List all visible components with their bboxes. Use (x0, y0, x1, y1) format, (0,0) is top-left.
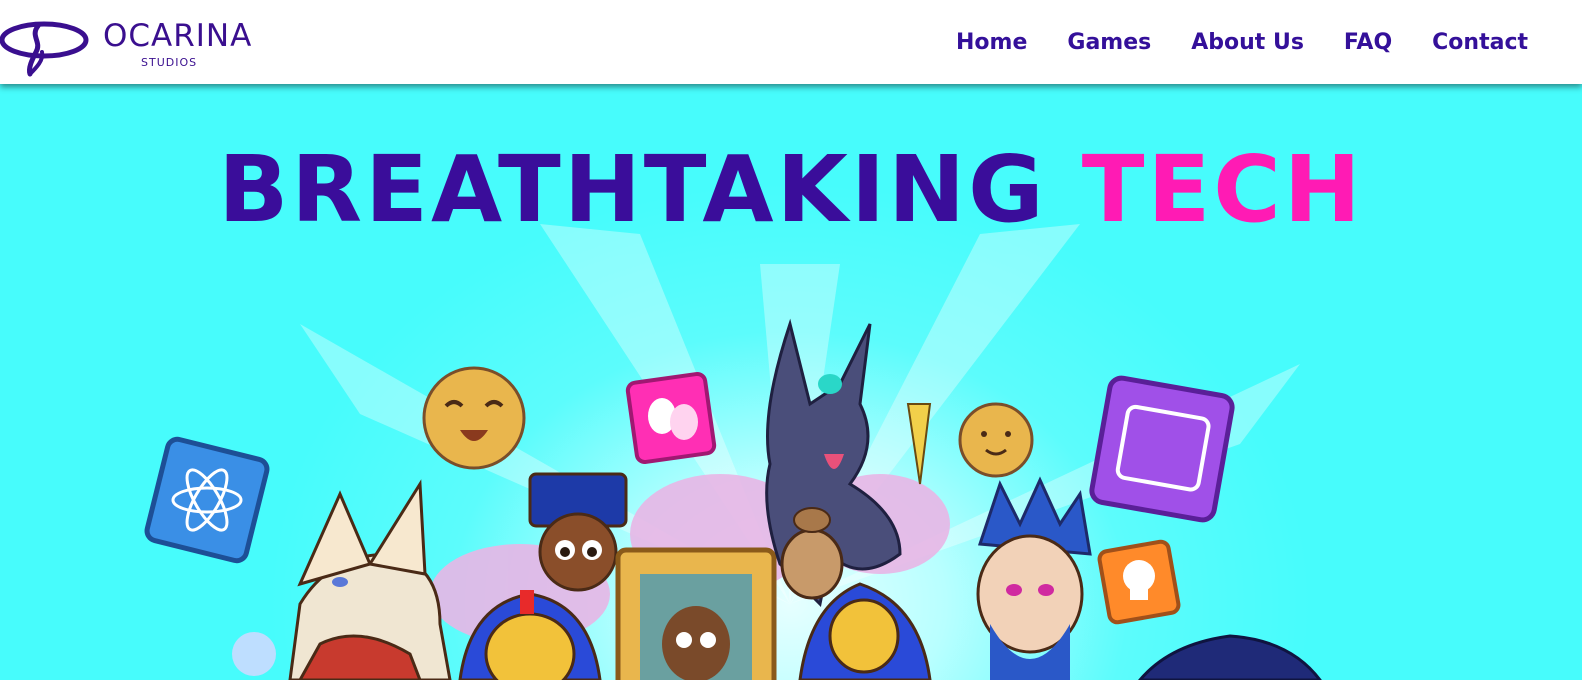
hero-section: BREATHTAKING TECH (0, 84, 1582, 680)
framed-portrait-character (615, 547, 777, 680)
nav-home[interactable]: Home (956, 30, 1027, 55)
nav-games[interactable]: Games (1067, 30, 1151, 55)
logo-wordmark: OCARINA (103, 18, 253, 54)
retro-tv-card-icon (1089, 375, 1235, 523)
atom-card-icon (144, 436, 270, 564)
ocarina-logo[interactable]: OCARINA STUDIOS (0, 10, 251, 80)
logo-subtitle: STUDIOS (141, 56, 198, 69)
orange-skull-card-icon (1097, 539, 1181, 625)
headline-part1: BREATHTAKING (218, 136, 1047, 243)
ocarina-logo-icon (0, 21, 89, 77)
nav-contact[interactable]: Contact (1432, 30, 1528, 55)
site-header: OCARINA STUDIOS Home Games About Us FAQ … (0, 0, 1582, 84)
egyptian-boy-character (528, 472, 628, 592)
headline-part2: TECH (1081, 136, 1364, 243)
drama-masks-card-icon (625, 371, 717, 465)
fennec-fox-character (232, 479, 452, 680)
nav-faq[interactable]: FAQ (1344, 30, 1392, 55)
smiling-emoji-icon (958, 402, 1034, 478)
main-nav: Home Games About Us FAQ Contact (956, 0, 1528, 84)
nav-about-us[interactable]: About Us (1191, 30, 1304, 55)
blue-haired-man-character (976, 476, 1092, 680)
hero-headline: BREATHTAKING TECH (0, 144, 1582, 236)
dark-creature-character (1138, 634, 1322, 680)
laughing-emoji-icon (422, 366, 526, 470)
